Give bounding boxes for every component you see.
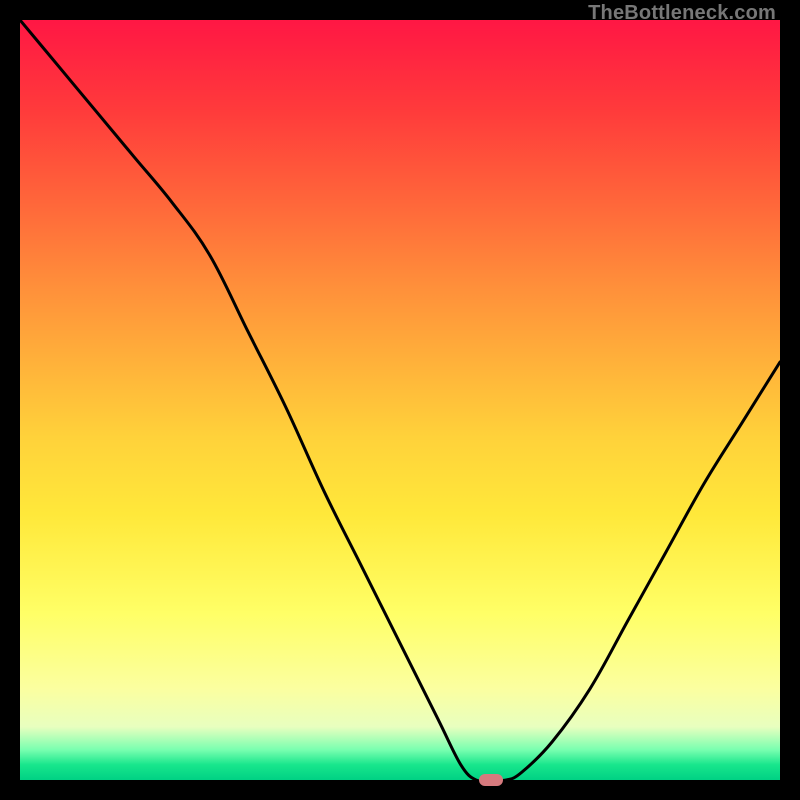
- optimal-marker: [479, 774, 503, 786]
- bottleneck-curve: [20, 20, 780, 780]
- chart-frame: TheBottleneck.com: [0, 0, 800, 800]
- plot-area: [20, 20, 780, 780]
- curve-line: [20, 20, 780, 780]
